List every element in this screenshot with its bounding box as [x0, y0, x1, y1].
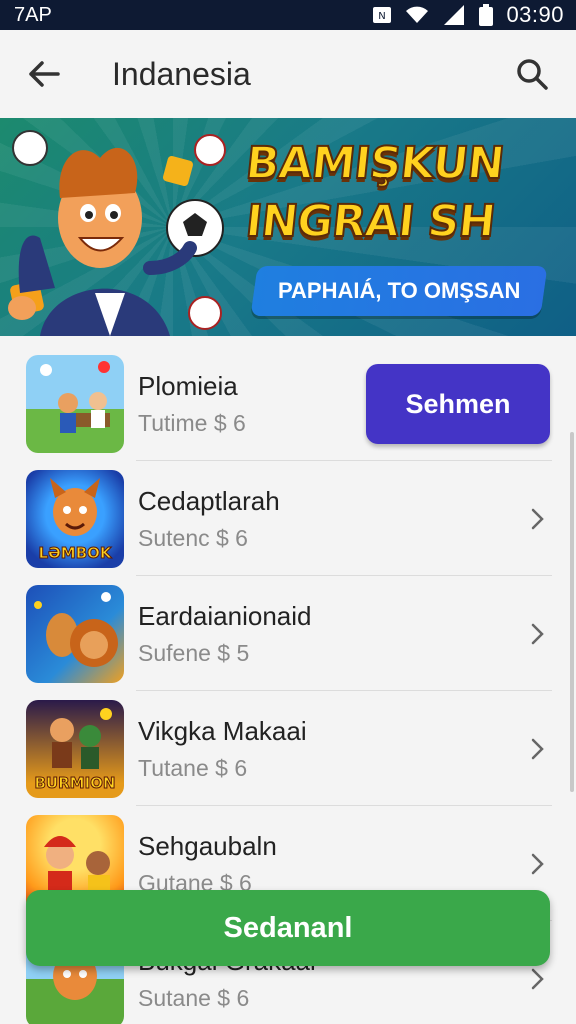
- app-bar: Indanesia: [0, 30, 576, 118]
- chevron-right-icon: [531, 853, 544, 874]
- chevron-right-icon: [531, 623, 544, 644]
- banner-title-line1: BAMIŞKUN: [242, 137, 507, 190]
- status-bar: 7AP N 03:90: [0, 0, 576, 30]
- game-meta: Sutane $ 6: [138, 985, 250, 1011]
- game-meta: Sutenc $ 6: [138, 525, 248, 551]
- game-meta: Sufene $ 5: [138, 640, 250, 666]
- game-thumbnail: [26, 584, 124, 683]
- primary-action-button[interactable]: Sehmen: [366, 364, 550, 444]
- wifi-icon: [406, 6, 429, 23]
- bottom-action-button[interactable]: Sedananl: [26, 890, 550, 966]
- clock: 03:90: [506, 2, 564, 27]
- game-name: Eardaianionaid: [138, 601, 312, 631]
- nfc-icon: N: [373, 7, 392, 23]
- status-icons: N 03:90: [372, 2, 564, 28]
- page-title: Indanesia: [112, 55, 251, 92]
- svg-text:N: N: [379, 11, 386, 22]
- list-item[interactable]: BURMION Vikgka Makaai Tutane $ 6: [0, 691, 576, 806]
- search-icon: [517, 59, 548, 90]
- back-arrow-icon: [29, 61, 60, 87]
- chevron-right-icon: [531, 968, 544, 989]
- chevron-right-icon: [531, 508, 544, 529]
- search-button[interactable]: [510, 52, 554, 96]
- scrollbar[interactable]: [570, 432, 574, 792]
- battery-icon: [479, 4, 494, 26]
- game-name: Vikgka Makaai: [138, 716, 307, 746]
- game-thumbnail: LƏMBOK: [26, 469, 124, 568]
- thumbnail-logo: BURMION: [34, 773, 116, 792]
- back-button[interactable]: [22, 52, 66, 96]
- game-thumbnail: BURMION: [26, 699, 124, 798]
- carrier-label: 7AP: [14, 3, 52, 26]
- banner-title-line2: INGRAI SH: [242, 195, 498, 248]
- signal-icon: [444, 5, 465, 25]
- promo-banner[interactable]: BAMIŞKUN INGRAI SH PAPHAIÁ, TO OMŞSAN: [0, 118, 576, 336]
- list-item[interactable]: Plomieia Tutime $ 6 Sehmen: [0, 346, 576, 461]
- mascot-illustration: [8, 130, 226, 336]
- banner-subtitle-pill: PAPHAIÁ, TO OMŞSAN: [250, 266, 548, 316]
- banner-subtitle: PAPHAIÁ, TO OMŞSAN: [277, 278, 521, 303]
- chevron-right-icon: [531, 738, 544, 759]
- game-meta: Tutane $ 6: [138, 755, 248, 781]
- list-item[interactable]: LƏMBOK Cedaptlarah Sutenc $ 6: [0, 461, 576, 576]
- game-thumbnail: [26, 354, 124, 453]
- thumbnail-logo: LƏMBOK: [38, 543, 112, 562]
- list-item[interactable]: Eardaianionaid Sufene $ 5: [0, 576, 576, 691]
- game-name: Cedaptlarah: [138, 486, 280, 516]
- game-name: Sehgaubaln: [138, 831, 277, 861]
